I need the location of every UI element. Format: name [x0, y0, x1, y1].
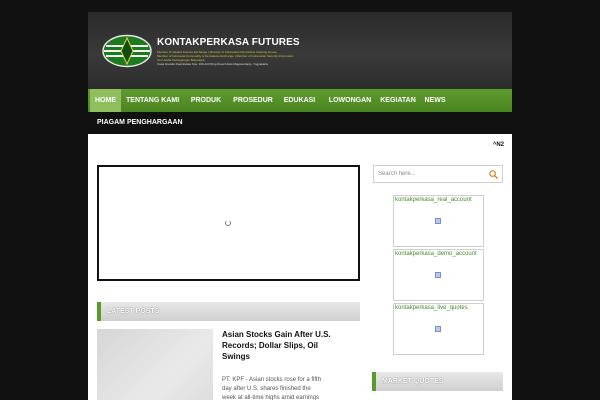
search-box [373, 165, 503, 183]
nav-item-kegiatan[interactable]: KEGIATAN [376, 89, 420, 112]
brand-address: Casa Grande Real Estate Kav. 109-110 Rin… [157, 62, 268, 66]
nav-item-edukasi[interactable]: EDUKASI [278, 89, 321, 112]
broken-image-icon [435, 272, 441, 278]
nav-item-produk[interactable]: PRODUK [184, 89, 228, 112]
nav-item-piagam-penghargaan[interactable]: PIAGAM PENGHARGAAN [97, 112, 183, 134]
widget-demo-account[interactable]: kontakperkasa_demo_account [393, 249, 484, 301]
nav-item-home[interactable]: HOME [90, 89, 121, 112]
nav-item-lowongan[interactable]: LOWONGAN [324, 89, 376, 112]
market-ticker[interactable]: ^N2 [493, 142, 504, 148]
latest-posts-title: LATEST POSTS [107, 308, 160, 315]
search-input[interactable] [378, 168, 486, 180]
widget-live-quotes-label[interactable]: kontakperkasa_live_quotes [395, 305, 468, 311]
market-quotes-header: MARKET QUOTES [372, 372, 503, 391]
latest-posts-header: LATEST POSTS [97, 302, 360, 321]
widget-real-account[interactable]: kontakperkasa_real_account [393, 195, 484, 247]
widget-real-account-label[interactable]: kontakperkasa_real_account [395, 197, 472, 203]
featured-slider[interactable] [97, 165, 360, 281]
post-title[interactable]: Asian Stocks Gain After U.S. Records; Do… [222, 329, 334, 362]
search-icon[interactable] [488, 169, 499, 180]
sub-nav: PIAGAM PENGHARGAAN [88, 112, 512, 134]
post-excerpt: PT. KPF - Asian stocks rose for a fifth … [222, 377, 322, 400]
post-thumbnail[interactable] [97, 329, 213, 400]
nav-item-prosedur[interactable]: PROSEDUR [231, 89, 275, 112]
brand-title[interactable]: KONTAKPERKASA FUTURES [157, 37, 300, 48]
nav-item-tentang-kami[interactable]: TENTANG KAMI [126, 89, 179, 112]
broken-image-icon [435, 326, 441, 332]
page: KONTAKPERKASA FUTURES Member of Jakarta … [88, 12, 512, 400]
widget-demo-account-label[interactable]: kontakperkasa_demo_account [395, 251, 477, 257]
widget-live-quotes[interactable]: kontakperkasa_live_quotes [393, 303, 484, 355]
logo-emblem-icon[interactable] [102, 34, 152, 68]
broken-image-icon [435, 218, 441, 224]
site-header: KONTAKPERKASA FUTURES Member of Jakarta … [88, 12, 512, 89]
market-quotes-title: MARKET QUOTES [382, 378, 444, 385]
nav-item-news[interactable]: NEWS [420, 89, 450, 112]
main-nav: HOME TENTANG KAMI PRODUK PROSEDUR EDUKAS… [88, 89, 512, 112]
loading-spinner-icon [225, 220, 231, 226]
